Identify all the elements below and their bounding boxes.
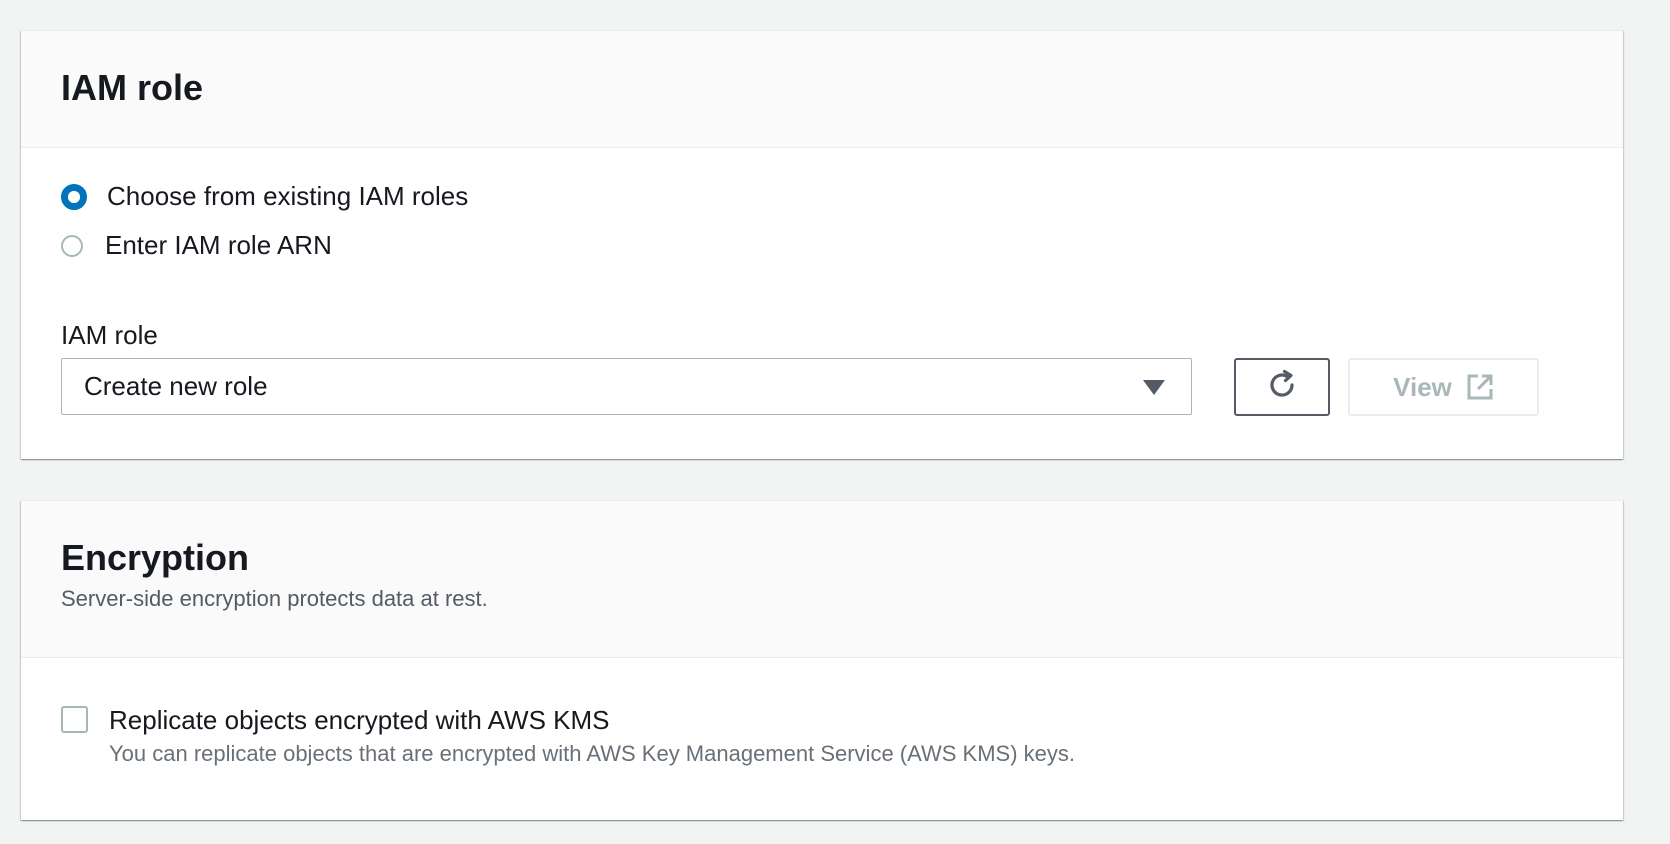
iam-role-panel-header: IAM role (21, 31, 1623, 148)
encryption-panel-header: Encryption Server-side encryption protec… (21, 501, 1623, 658)
iam-role-panel-title: IAM role (61, 67, 204, 108)
view-button[interactable]: View (1348, 358, 1539, 416)
radio-label-enter-arn: Enter IAM role ARN (105, 230, 332, 260)
replicate-kms-label: Replicate objects encrypted with AWS KMS (109, 705, 610, 735)
replicate-kms-text: Replicate objects encrypted with AWS KMS… (109, 703, 1075, 769)
encryption-panel: Encryption Server-side encryption protec… (21, 500, 1623, 820)
view-button-label: View (1393, 371, 1452, 402)
encryption-panel-description: Server-side encryption protects data at … (61, 586, 488, 611)
refresh-button[interactable] (1234, 358, 1330, 416)
replicate-kms-checkbox[interactable] (61, 706, 88, 733)
iam-role-select[interactable]: Create new role (61, 358, 1192, 415)
replicate-kms-description: You can replicate objects that are encry… (109, 741, 1075, 766)
radio-button-unchecked[interactable] (61, 234, 83, 257)
iam-role-field-label: IAM role (61, 320, 158, 350)
radio-button-checked[interactable] (61, 183, 87, 210)
refresh-icon (1265, 368, 1299, 407)
caret-down-icon (1143, 380, 1165, 395)
iam-role-panel-body: Choose from existing IAM roles Enter IAM… (21, 148, 1623, 458)
radio-choose-existing-roles[interactable]: Choose from existing IAM roles (61, 181, 468, 212)
encryption-panel-body: Replicate objects encrypted with AWS KMS… (21, 658, 1623, 819)
encryption-panel-title: Encryption (61, 537, 250, 578)
external-link-icon (1466, 373, 1494, 401)
radio-enter-role-arn[interactable]: Enter IAM role ARN (61, 230, 332, 261)
iam-role-panel: IAM role Choose from existing IAM roles … (21, 30, 1623, 459)
replicate-kms-option[interactable]: Replicate objects encrypted with AWS KMS… (61, 703, 1075, 769)
radio-label-choose-existing: Choose from existing IAM roles (107, 181, 469, 211)
iam-role-select-value: Create new role (84, 371, 268, 401)
